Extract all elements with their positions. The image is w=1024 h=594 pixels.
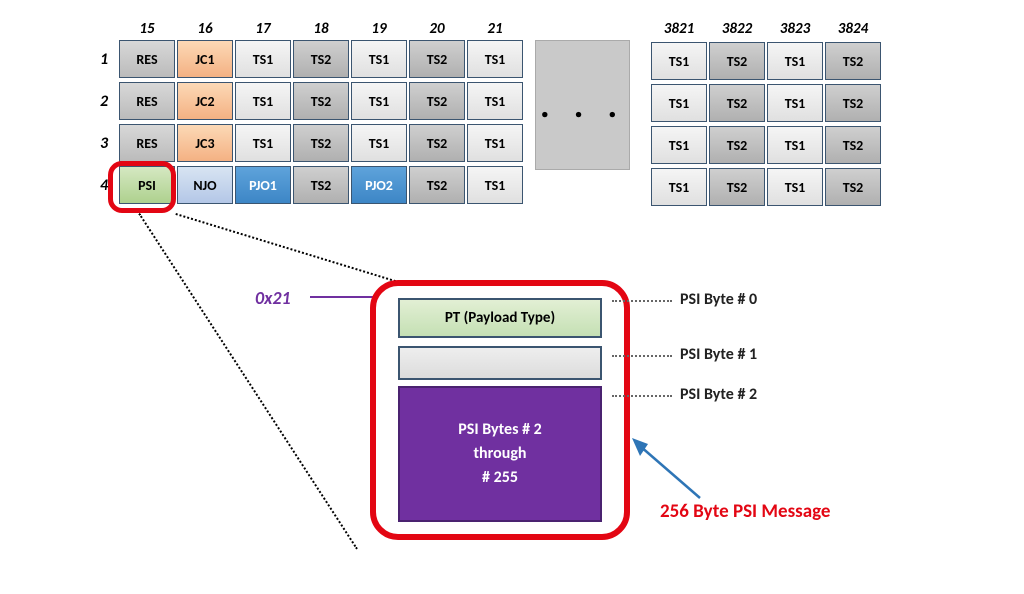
grid-cell: TS2: [293, 40, 349, 78]
psi-message-label: 256 Byte PSI Message: [660, 500, 831, 523]
grid-cell: JC3: [177, 124, 233, 162]
psi-message-arrow: [632, 438, 710, 506]
rows-right: TS1TS2TS1TS2TS1TS2TS1TS2TS1TS2TS1TS2TS1T…: [650, 40, 882, 208]
row-header: 4: [90, 176, 118, 195]
grid-cell: TS1: [351, 124, 407, 162]
rest-line-1: PSI Bytes # 2: [458, 418, 542, 442]
grid-cell: RES: [119, 124, 175, 162]
column-header: 15: [118, 20, 176, 38]
psi-byte-0-label: PSI Byte # 0: [680, 290, 757, 309]
grid-cell: TS2: [293, 82, 349, 120]
psi-expansion-box: PT (Payload Type) PSI Bytes # 2 through …: [370, 280, 630, 540]
row-header: 1: [90, 50, 118, 69]
psi-bytes-rest-box: PSI Bytes # 2 through # 255: [398, 386, 602, 522]
grid-cell: PJO2: [351, 166, 407, 204]
grid-cell: TS1: [651, 84, 707, 122]
column-header: 16: [176, 20, 234, 38]
leader-byte-2: [612, 395, 672, 397]
grid-cell: TS2: [825, 168, 881, 206]
leader-byte-0: [612, 300, 672, 302]
grid-cell: TS1: [767, 84, 823, 122]
column-header: 19: [350, 20, 408, 38]
payload-type-box: PT (Payload Type): [398, 298, 602, 338]
grid-cell: TS1: [767, 42, 823, 80]
grid-cell: TS1: [651, 168, 707, 206]
column-header: 3824: [824, 20, 882, 38]
column-header: 3823: [766, 20, 824, 38]
psi-byte-1-label: PSI Byte # 1: [680, 345, 757, 364]
column-header: 3821: [650, 20, 708, 38]
grid-cell: TS1: [767, 168, 823, 206]
grid-cell: TS2: [709, 126, 765, 164]
psi-byte-2-label: PSI Byte # 2: [680, 385, 757, 404]
column-headers-right: 3821382238233824: [650, 20, 882, 38]
grid-cell: TS2: [409, 40, 465, 78]
grid-cell: PJO1: [235, 166, 291, 204]
grid-cell: TS2: [293, 124, 349, 162]
frame-grid-left: 15161718192021 1RESJC1TS1TS2TS1TS2TS12RE…: [90, 20, 524, 206]
grid-cell: TS1: [651, 42, 707, 80]
row-header: 2: [90, 92, 118, 111]
ellipsis-gap: . . .: [535, 40, 630, 170]
hex-value-label: 0x21: [255, 287, 291, 309]
grid-cell: TS1: [235, 124, 291, 162]
column-header: 17: [234, 20, 292, 38]
grid-cell: TS1: [467, 82, 523, 120]
column-header: 21: [466, 20, 524, 38]
rows-left: 1RESJC1TS1TS2TS1TS2TS12RESJC2TS1TS2TS1TS…: [90, 38, 524, 206]
grid-cell: TS1: [235, 40, 291, 78]
grid-cell: TS1: [467, 166, 523, 204]
grid-cell: JC2: [177, 82, 233, 120]
grid-cell: TS2: [709, 168, 765, 206]
grid-cell: TS1: [235, 82, 291, 120]
column-header: 3822: [708, 20, 766, 38]
grid-cell: TS2: [409, 82, 465, 120]
column-headers-left: 15161718192021: [118, 20, 524, 38]
column-header: 20: [408, 20, 466, 38]
psi-byte-1-box: [398, 346, 602, 380]
grid-cell: TS1: [467, 40, 523, 78]
grid-cell: TS2: [825, 84, 881, 122]
rest-line-3: # 255: [482, 466, 518, 490]
grid-cell: TS2: [825, 42, 881, 80]
grid-cell: TS2: [293, 166, 349, 204]
grid-cell: NJO: [177, 166, 233, 204]
row-header: 3: [90, 134, 118, 153]
grid-cell: TS2: [409, 124, 465, 162]
grid-cell: RES: [119, 40, 175, 78]
grid-cell: TS2: [825, 126, 881, 164]
grid-cell: JC1: [177, 40, 233, 78]
column-header: 18: [292, 20, 350, 38]
grid-cell: TS1: [651, 126, 707, 164]
grid-cell: TS2: [709, 42, 765, 80]
grid-cell: TS1: [351, 82, 407, 120]
grid-cell: TS2: [409, 166, 465, 204]
grid-cell: RES: [119, 82, 175, 120]
grid-cell: TS1: [467, 124, 523, 162]
grid-cell: TS2: [709, 84, 765, 122]
projection-line-bottom: [138, 213, 358, 550]
grid-cell: PSI: [119, 166, 175, 204]
leader-byte-1: [612, 355, 672, 357]
grid-cell: TS1: [767, 126, 823, 164]
grid-cell: TS1: [351, 40, 407, 78]
rest-line-2: through: [474, 442, 527, 466]
